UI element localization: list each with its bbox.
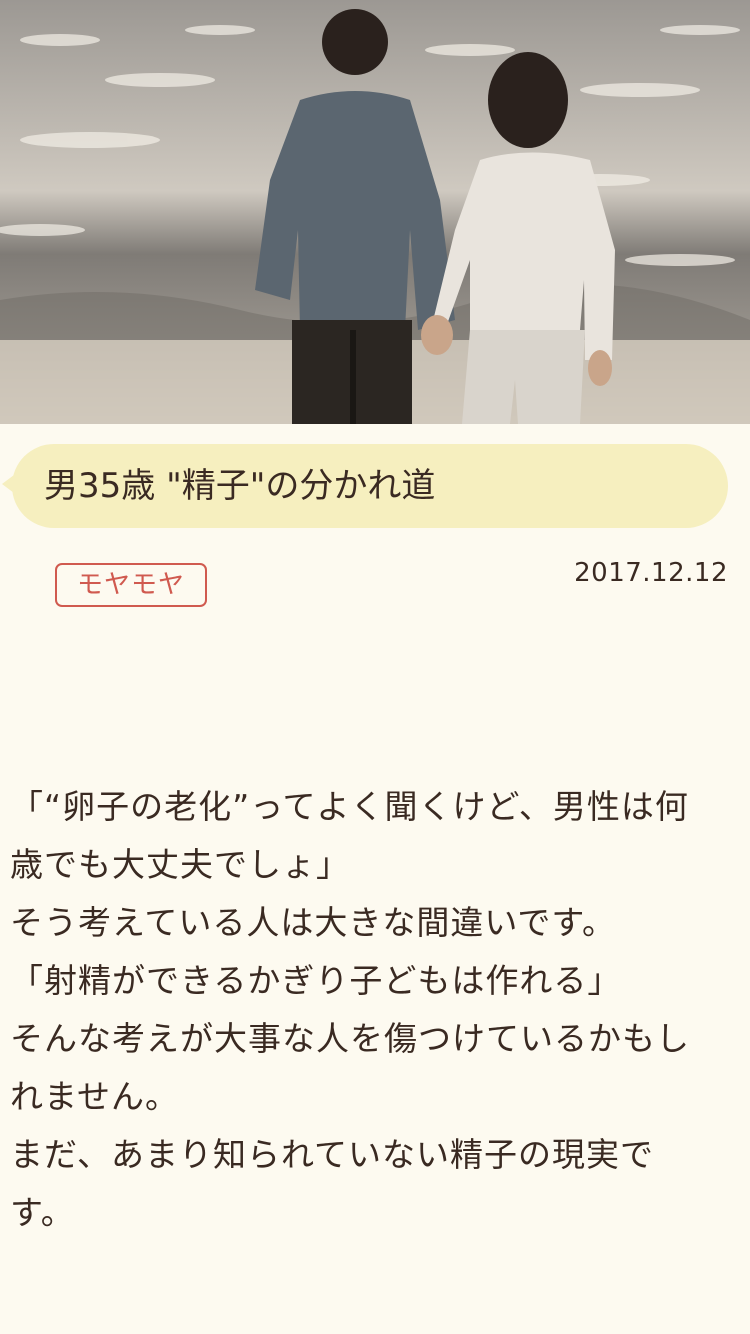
body-line: 「射精ができるかぎり子どもは作れる」: [10, 961, 622, 1000]
body-line: そんな考えが大事な人を傷つけているかもしれません。: [10, 1019, 690, 1116]
article-title-bubble: 男35歳 "精子"の分かれ道: [2, 444, 728, 528]
article-body: 「“卵子の老化”ってよく聞くけど、男性は何歳でも大丈夫でしょ」 そう考えている人…: [10, 778, 700, 1242]
hero-illustration: [0, 0, 750, 424]
speech-tail-icon: [2, 472, 18, 496]
article-title: 男35歳 "精子"の分かれ道: [44, 466, 436, 506]
body-line: まだ、あまり知られていない精子の現実です。: [10, 1135, 655, 1232]
body-line: そう考えている人は大きな間違いです。: [10, 903, 617, 942]
hero-photo: [0, 0, 750, 424]
publish-date: 2017.12.12: [574, 558, 728, 588]
category-tag[interactable]: モヤモヤ: [55, 563, 207, 607]
body-line: 「“卵子の老化”ってよく聞くけど、男性は何歳でも大丈夫でしょ」: [10, 787, 689, 884]
